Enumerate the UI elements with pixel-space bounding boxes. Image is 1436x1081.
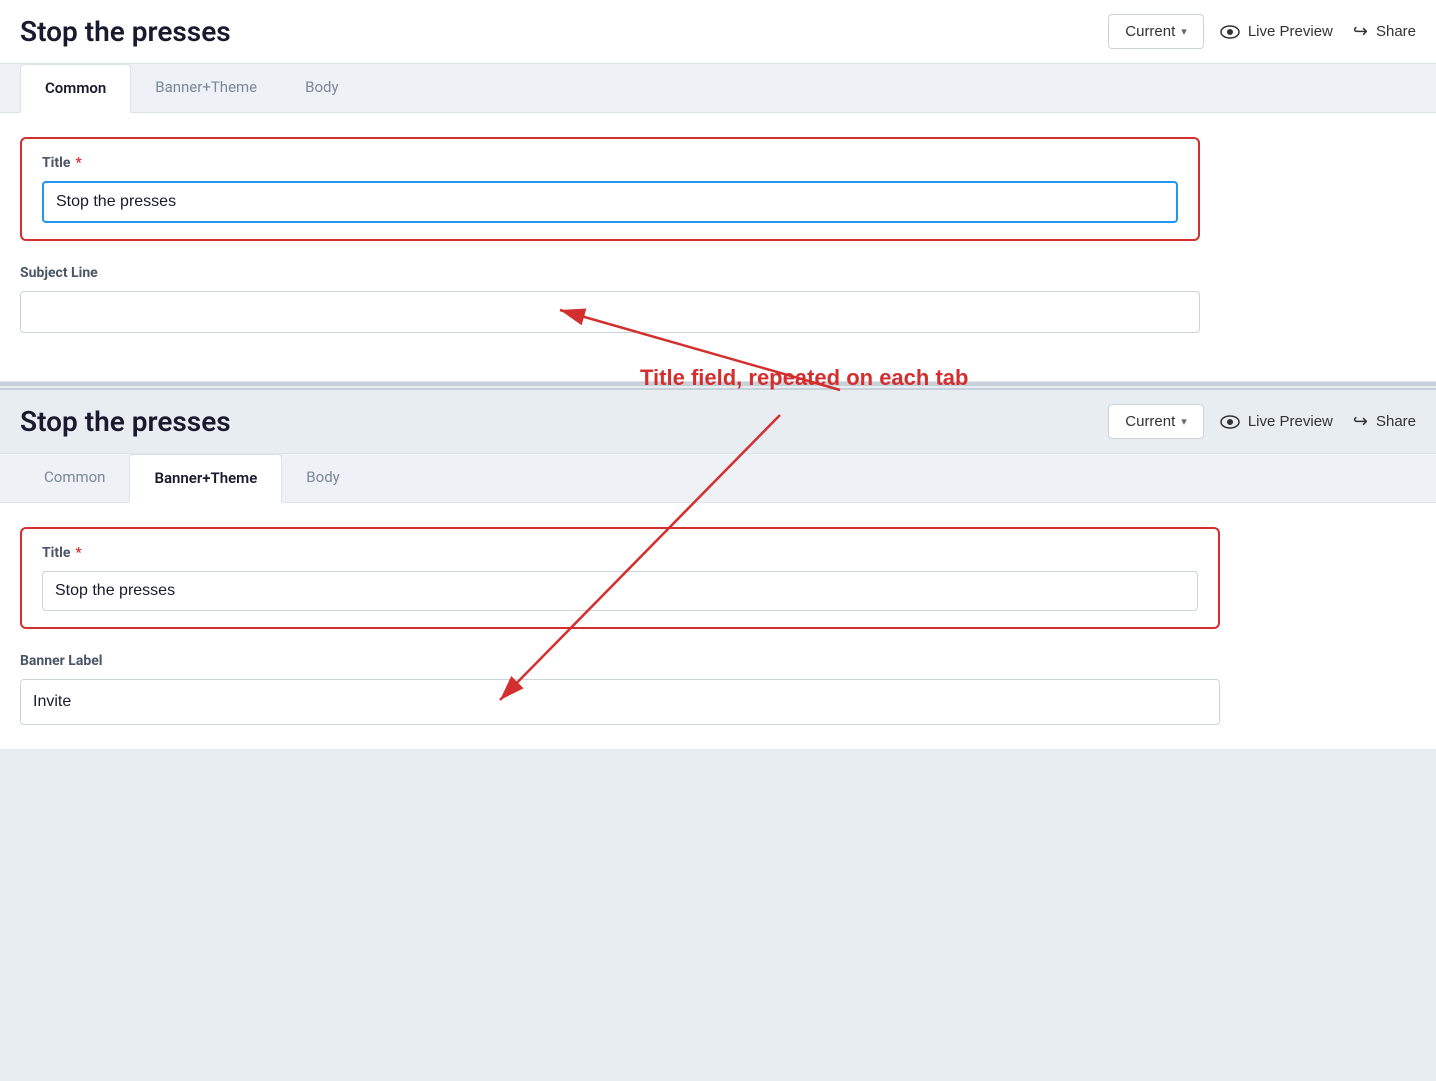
top-header-bar: Stop the presses Current ▾ Live Preview: [0, 0, 1436, 64]
bottom-page-title: Stop the presses: [20, 405, 1092, 438]
share-button[interactable]: ↪ Share: [1353, 21, 1416, 42]
share-icon: ↪: [1353, 21, 1368, 42]
bottom-banner-label-input[interactable]: [20, 679, 1220, 725]
tab-banner-theme[interactable]: Banner+Theme: [131, 64, 281, 112]
top-title-label: Title *: [42, 155, 1178, 171]
bottom-title-input[interactable]: [42, 571, 1198, 611]
top-section: Stop the presses Current ▾ Live Preview: [0, 0, 1436, 382]
eye-icon: [1220, 22, 1240, 42]
bottom-live-preview-button[interactable]: Live Preview: [1220, 412, 1333, 432]
tab-body[interactable]: Body: [281, 64, 362, 112]
bottom-title-label: Title *: [42, 545, 1198, 561]
tab-common[interactable]: Common: [20, 64, 131, 113]
share-label: Share: [1376, 23, 1416, 40]
top-subject-input[interactable]: [20, 291, 1200, 333]
bottom-share-label: Share: [1376, 413, 1416, 430]
required-star: *: [75, 155, 81, 171]
bottom-share-button[interactable]: ↪ Share: [1353, 411, 1416, 432]
section-divider: [0, 382, 1436, 386]
top-title-input[interactable]: [42, 181, 1178, 223]
bottom-version-label: Current: [1125, 413, 1175, 430]
bottom-banner-label-text: Banner Label: [20, 653, 1220, 669]
live-preview-label: Live Preview: [1248, 23, 1333, 40]
header-actions: Live Preview ↪ Share: [1220, 21, 1416, 42]
bottom-chevron-down-icon: ▾: [1181, 415, 1187, 428]
bottom-content-area: Title * Banner Label: [0, 503, 1240, 749]
bottom-header-bar: Stop the presses Current ▾ Live Preview: [0, 388, 1436, 454]
version-label: Current: [1125, 23, 1175, 40]
top-tabs-bar: Common Banner+Theme Body: [0, 64, 1436, 113]
bottom-eye-icon: [1220, 412, 1240, 432]
page-wrapper: Title field, repeated on each tab Stop t…: [0, 0, 1436, 749]
top-subject-group: Subject Line: [20, 265, 1200, 333]
bottom-title-field-group: Title *: [20, 527, 1220, 629]
bottom-tab-common[interactable]: Common: [20, 454, 129, 502]
bottom-tab-body[interactable]: Body: [282, 454, 363, 502]
top-content-area: Title * Subject Line: [0, 113, 1240, 381]
version-dropdown[interactable]: Current ▾: [1108, 14, 1204, 49]
bottom-banner-label-group: Banner Label: [20, 653, 1220, 725]
bottom-live-preview-label: Live Preview: [1248, 413, 1333, 430]
chevron-down-icon: ▾: [1181, 25, 1187, 38]
bottom-version-dropdown[interactable]: Current ▾: [1108, 404, 1204, 439]
bottom-tabs-bar: Common Banner+Theme Body: [0, 454, 1436, 503]
page-title: Stop the presses: [20, 15, 1092, 48]
top-title-field-group: Title *: [20, 137, 1200, 241]
bottom-tab-banner-theme[interactable]: Banner+Theme: [129, 454, 282, 503]
bottom-required-star: *: [75, 545, 81, 561]
bottom-header-actions: Live Preview ↪ Share: [1220, 411, 1416, 432]
bottom-share-icon: ↪: [1353, 411, 1368, 432]
bottom-section: Stop the presses Current ▾ Live Preview: [0, 388, 1436, 749]
top-subject-label: Subject Line: [20, 265, 1200, 281]
live-preview-button[interactable]: Live Preview: [1220, 22, 1333, 42]
